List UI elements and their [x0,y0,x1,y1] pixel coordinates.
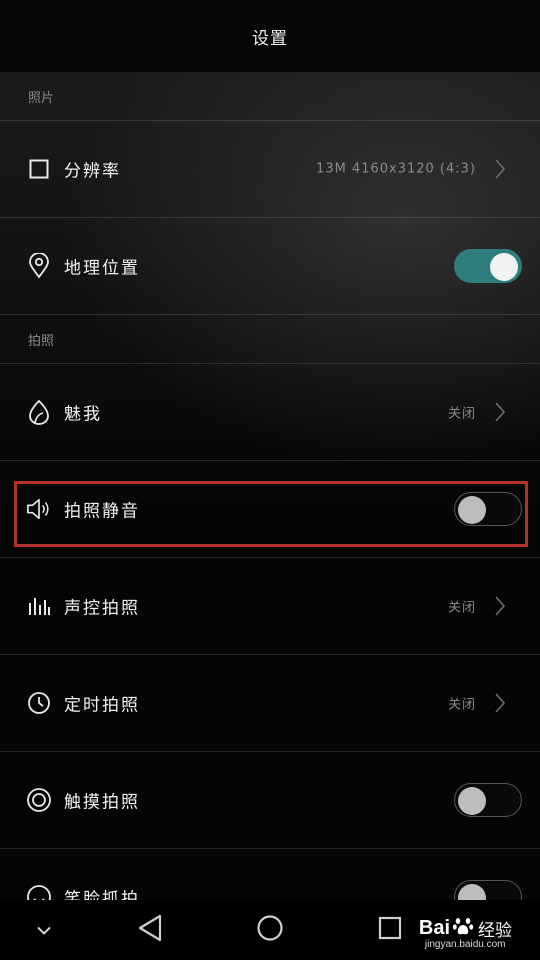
watermark-brand: Bai [418,916,450,939]
location-pin-icon [26,253,52,279]
speaker-icon [26,496,52,522]
home-icon[interactable] [256,914,284,946]
beauty-icon [26,399,52,425]
setting-row-shutter-mute[interactable]: 拍照静音 [0,461,540,558]
chevron-right-icon [495,693,506,713]
chevron-right-icon [495,159,506,179]
setting-label-resolution: 分辨率 [64,161,121,182]
baidu-jingyan-watermark: Bai 经验 jingyan.baidu.com [419,915,512,951]
toggle-knob [490,253,518,281]
setting-row-voice-capture[interactable]: 声控拍照 关闭 [0,558,540,655]
setting-label-touch-capture: 触摸拍照 [64,792,140,813]
setting-value-voice-capture: 关闭 [447,600,476,616]
paw-icon [452,915,474,941]
page-title: 设置 [252,28,288,49]
chevron-right-icon [495,596,506,616]
setting-row-resolution[interactable]: 分辨率 13M 4160x3120 (4:3) [0,121,540,218]
toggle-knob [458,496,486,524]
watermark-logo: Bai 经验 [419,915,512,941]
square-icon [26,156,52,182]
touch-capture-toggle[interactable] [454,783,522,817]
setting-row-timer[interactable]: 定时拍照 关闭 [0,655,540,752]
setting-value-timer: 关闭 [447,697,476,713]
target-circle-icon [26,787,52,813]
location-toggle[interactable] [454,249,522,283]
settings-list[interactable]: 照片 分辨率 13M 4160x3120 (4:3) 地理位置 拍照 魅我 关闭… [0,72,540,946]
setting-label-shutter-mute: 拍照静音 [64,501,140,522]
recent-apps-icon[interactable] [378,916,402,944]
setting-label-voice-capture: 声控拍照 [64,598,140,619]
watermark-brand-suffix: 经验 [478,920,512,941]
setting-row-location[interactable]: 地理位置 [0,218,540,315]
setting-value-resolution: 13M 4160x3120 (4:3) [316,161,476,177]
setting-label-timer: 定时拍照 [64,695,140,716]
setting-label-location: 地理位置 [64,258,140,279]
setting-value-beauty: 关闭 [447,406,476,422]
sound-bars-icon [26,593,52,619]
title-bar: 设置 [0,0,540,72]
setting-row-beauty[interactable]: 魅我 关闭 [0,364,540,461]
setting-row-touch-capture[interactable]: 触摸拍照 [0,752,540,849]
section-header-photo: 照片 [0,72,540,121]
chevron-right-icon [495,402,506,422]
shutter-mute-toggle[interactable] [454,492,522,526]
setting-label-beauty: 魅我 [64,404,102,425]
back-icon[interactable] [137,914,163,946]
chevron-down-icon[interactable] [36,921,52,940]
section-header-shooting: 拍照 [0,315,540,364]
watermark-url: jingyan.baidu.com [424,939,506,950]
clock-icon [26,690,52,716]
toggle-knob [458,787,486,815]
